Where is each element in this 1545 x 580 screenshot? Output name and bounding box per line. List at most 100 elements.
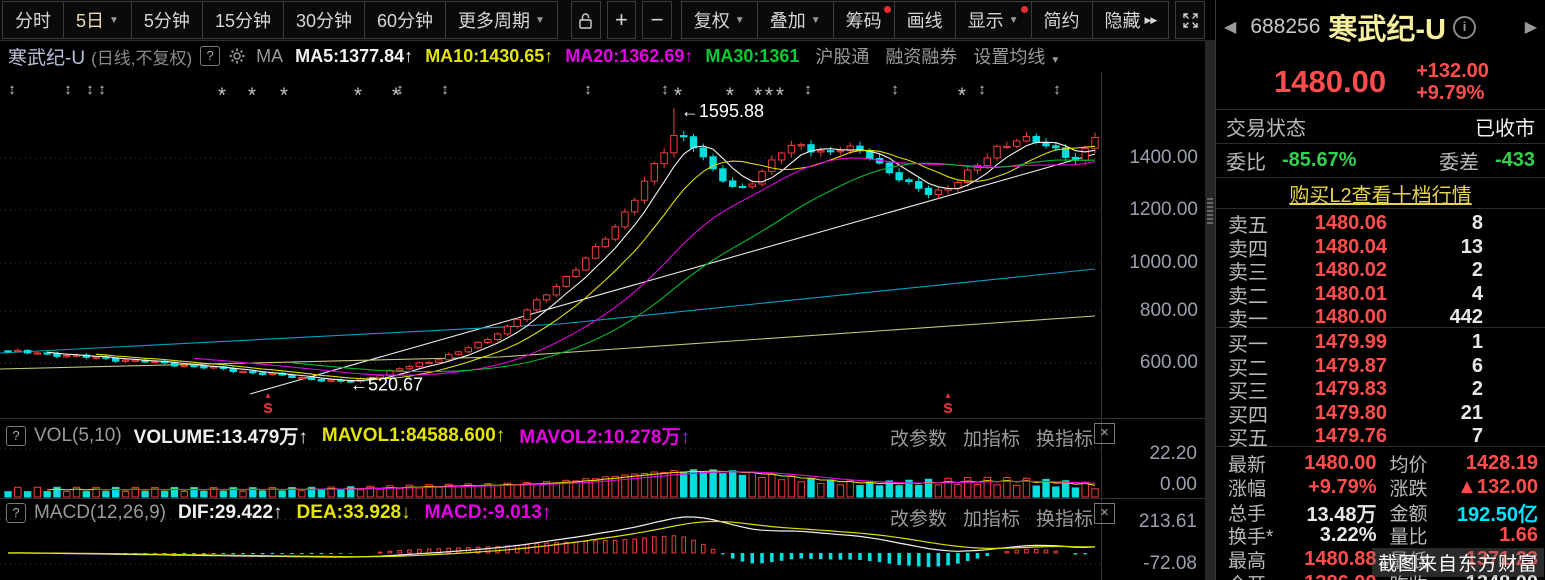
svg-text:↕: ↕ <box>441 81 449 98</box>
buy-l2-link[interactable]: 购买L2查看十档行情 <box>1289 179 1471 208</box>
hide-button[interactable]: 隐藏▶▶ <box>1093 2 1169 38</box>
modify-params-button[interactable]: 改参数 <box>890 504 947 531</box>
help-icon[interactable]: ? <box>200 46 220 66</box>
fullscreen-icon <box>1182 12 1199 29</box>
ma-settings-gear[interactable] <box>228 47 246 65</box>
volume-panel-header: ? VOL(5,10) VOLUME:13.479万↑ MAVOL1:84588… <box>6 422 690 449</box>
price-block: 1480.00 +132.00 +9.79% <box>1216 54 1545 110</box>
ma-label: MA <box>256 46 283 67</box>
stat-row: 最新1480.00 均价1428.19 <box>1228 450 1538 474</box>
lock-icon <box>578 12 593 29</box>
bid-row-5[interactable]: 买五1479.767 <box>1216 422 1545 446</box>
macd-axis-min: -72.08 <box>1101 553 1205 575</box>
period-tab-5day[interactable]: 5日▼ <box>64 2 132 38</box>
volume-value: VOLUME:13.479万↑ <box>134 422 308 449</box>
lock-button[interactable] <box>571 1 601 39</box>
quote-panel: ◀ 688256 寒武纪-U i ▶ 1480.00 +132.00 +9.79… <box>1215 0 1545 580</box>
candlestick-chart-canvas[interactable]: ←1595.88←520.67↕↕↕↕↕↕↕↕↕↕↕↕***********▴s… <box>0 72 1101 418</box>
notification-dot <box>1021 6 1028 13</box>
svg-text:*: * <box>765 84 773 107</box>
adjust-price-button[interactable]: 复权▼ <box>682 2 758 38</box>
bid-row-2[interactable]: 买二1479.876 <box>1216 352 1545 376</box>
add-indicator-button[interactable]: 加指标 <box>963 424 1020 451</box>
splitter-grip-icon <box>1207 198 1213 224</box>
close-volume-panel-button[interactable]: × <box>1094 423 1115 444</box>
trading-status-value: 已收市 <box>1475 112 1535 141</box>
ask-row-3[interactable]: 卖三1480.022 <box>1216 256 1545 280</box>
ask-row-1[interactable]: 卖一1480.00442 <box>1216 303 1545 327</box>
svg-text:↕: ↕ <box>8 81 16 98</box>
switch-indicator-button[interactable]: 换指标 <box>1036 424 1093 451</box>
period-button-group: 分时 5日▼ 5分钟 15分钟 30分钟 60分钟 更多周期▼ <box>2 1 558 39</box>
watermark: 截图来自东方财富 <box>1372 548 1544 577</box>
help-icon[interactable]: ? <box>6 426 26 446</box>
hgt-link[interactable]: 沪股通 <box>815 43 869 69</box>
volume-panel-actions: 改参数 加指标 换指标 <box>890 424 1093 451</box>
svg-text:*: * <box>958 84 966 107</box>
help-icon[interactable]: ? <box>6 503 26 523</box>
double-arrow-icon: ▶▶ <box>1145 15 1157 26</box>
period-tab-60min[interactable]: 60分钟 <box>365 2 446 38</box>
macd-panel-header: ? MACD(12,26,9) DIF:29.422↑ DEA:33.928↓ … <box>6 502 551 524</box>
bid-row-4[interactable]: 买四1479.8021 <box>1216 399 1545 423</box>
period-tab-5min[interactable]: 5分钟 <box>132 2 203 38</box>
svg-text:*: * <box>218 84 226 107</box>
ask-levels: 卖五1480.068 卖四1480.0413 卖三1480.022 卖二1480… <box>1216 209 1545 327</box>
ma5-value: MA5:1377.84↑ <box>295 46 413 67</box>
bid-levels: 买一1479.991 买二1479.876 买三1479.832 买四1479.… <box>1216 328 1545 446</box>
panel-splitter[interactable] <box>1205 40 1215 580</box>
overlay-button[interactable]: 叠加▼ <box>758 2 834 38</box>
quote-header: ◀ 688256 寒武纪-U i ▶ <box>1216 0 1545 54</box>
prev-stock-arrow-icon[interactable]: ◀ <box>1224 17 1236 37</box>
turnover-rate-value: 3.22% <box>1320 524 1377 547</box>
svg-text:↕: ↕ <box>98 81 106 98</box>
svg-text:↕: ↕ <box>804 81 812 98</box>
mavol2-value: MAVOL2:10.278万↑ <box>519 422 690 449</box>
close-macd-panel-button[interactable]: × <box>1094 503 1115 524</box>
draw-line-button[interactable]: 画线 <box>895 2 956 38</box>
chart-header: 寒武纪-U (日线,不复权) ? MA MA5:1377.84↑ MA10:14… <box>0 40 1205 72</box>
add-indicator-button[interactable]: 加指标 <box>963 504 1020 531</box>
simple-mode-button[interactable]: 简约 <box>1032 2 1093 38</box>
ask-row-5[interactable]: 卖五1480.068 <box>1216 209 1545 233</box>
modify-params-button[interactable]: 改参数 <box>890 424 947 451</box>
last-price: 1480.00 <box>1274 64 1386 100</box>
next-stock-arrow-icon[interactable]: ▶ <box>1525 17 1537 37</box>
vol-indicator-label: VOL(5,10) <box>34 425 122 447</box>
avg-price-value: 1428.19 <box>1466 452 1538 475</box>
period-tab-30min[interactable]: 30分钟 <box>284 2 365 38</box>
weicha-value: -433 <box>1495 149 1535 172</box>
chevron-down-icon: ▼ <box>535 15 545 26</box>
chips-button[interactable]: 筹码 <box>834 2 895 38</box>
period-tab-15min[interactable]: 15分钟 <box>203 2 284 38</box>
stat-row: 总手13.48万 金额192.50亿 <box>1228 498 1538 522</box>
fullscreen-button[interactable] <box>1175 1 1205 39</box>
bid-row-1[interactable]: 买一1479.991 <box>1216 328 1545 352</box>
info-icon[interactable]: i <box>1453 16 1476 39</box>
stock-name: 寒武纪-U <box>1328 6 1446 48</box>
svg-text:*: * <box>280 84 288 107</box>
change-value: ▲132.00 <box>1457 476 1538 499</box>
ma10-value: MA10:1430.65↑ <box>425 46 553 67</box>
ma-setting-link[interactable]: 设置均线▼ <box>973 43 1060 69</box>
ask-row-4[interactable]: 卖四1480.0413 <box>1216 233 1545 257</box>
main-chart-area: ←1595.88←520.67↕↕↕↕↕↕↕↕↕↕↕↕***********▴s… <box>0 72 1101 418</box>
svg-text:*: * <box>726 84 734 107</box>
chart-title: 寒武纪-U <box>8 43 85 70</box>
display-button[interactable]: 显示▼ <box>956 2 1032 38</box>
zoom-in-button[interactable]: + <box>607 1 637 39</box>
ask-row-2[interactable]: 卖二1480.014 <box>1216 280 1545 304</box>
period-tab-intraday[interactable]: 分时 <box>3 2 64 38</box>
bid-row-3[interactable]: 买三1479.832 <box>1216 375 1545 399</box>
macd-value: MACD:-9.013↑ <box>425 502 552 524</box>
y-axis-label: 800.00 <box>1140 300 1198 322</box>
period-tab-more[interactable]: 更多周期▼ <box>446 2 557 38</box>
zoom-out-button[interactable]: − <box>642 1 672 39</box>
svg-text:←520.67: ←520.67 <box>350 374 423 394</box>
margin-trading-link[interactable]: 融资融券 <box>885 43 957 69</box>
svg-text:s: s <box>263 397 273 417</box>
l2-promo-row: 购买L2查看十档行情 <box>1216 178 1545 209</box>
svg-text:*: * <box>674 84 682 107</box>
volume-ratio-value: 1.66 <box>1499 524 1538 547</box>
switch-indicator-button[interactable]: 换指标 <box>1036 504 1093 531</box>
